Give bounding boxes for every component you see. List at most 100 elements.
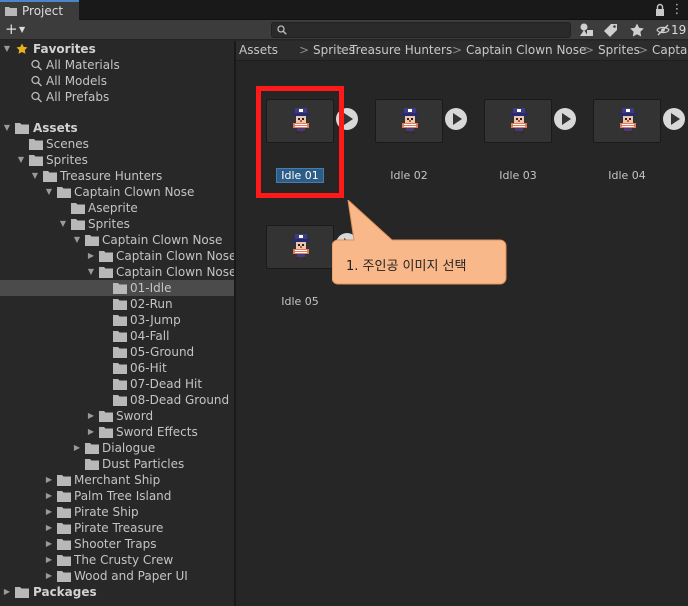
asset-thumbnail[interactable]	[266, 225, 334, 269]
tree-folder-label: Dust Particles	[102, 457, 185, 471]
breadcrumb-item[interactable]: Assets	[239, 41, 278, 60]
tab-project-label: Project	[22, 4, 64, 18]
folder-icon	[99, 411, 113, 422]
expand-arrow-icon[interactable]: ▼	[2, 120, 12, 136]
expand-arrow-icon[interactable]: ▼	[86, 264, 96, 280]
expand-arrow-icon[interactable]: ▶	[2, 584, 12, 600]
tree-folder-item[interactable]: 01-Idle	[0, 280, 234, 296]
tree-folder-item[interactable]: ▼ Captain Clown Nose	[0, 184, 234, 200]
tree-folder-item[interactable]: 03-Jump	[0, 312, 234, 328]
lock-icon[interactable]	[653, 3, 667, 17]
tree-folder-item[interactable]: ▶ Wood and Paper UI	[0, 568, 234, 584]
tree-favorite-label: All Materials	[46, 58, 120, 72]
tree-folder-label: Aseprite	[88, 201, 138, 215]
collapse-arrow-icon[interactable]: ▶	[44, 568, 54, 584]
tree-folder-item[interactable]: 05-Ground	[0, 344, 234, 360]
tree-assets-label: Assets	[33, 121, 78, 135]
tree-folder-item[interactable]: ▶ Pirate Treasure	[0, 520, 234, 536]
tab-project[interactable]: Project	[0, 0, 79, 21]
breadcrumb-item[interactable]: Captain Clown Nose	[466, 41, 586, 60]
breadcrumb-item[interactable]: Sprites	[598, 41, 640, 60]
folder-icon	[57, 571, 71, 582]
tree-folder-label: Pirate Ship	[74, 505, 139, 519]
tree-folder-item[interactable]: ▶ Sword Effects	[0, 424, 234, 440]
tree-folder-item[interactable]: ▶ Dialogue	[0, 440, 234, 456]
tree-folder-item[interactable]: Dust Particles	[0, 456, 234, 472]
tree-folder-item[interactable]: ▶ Shooter Traps	[0, 536, 234, 552]
collapse-arrow-icon[interactable]: ▶	[44, 536, 54, 552]
tree-folder-item[interactable]: ▶ The Crusty Crew	[0, 552, 234, 568]
hidden-packages-toggle[interactable]: 19	[656, 22, 688, 38]
breadcrumb-item[interactable]: Sprites	[313, 41, 355, 60]
asset-label-text: Idle 05	[281, 295, 319, 308]
tree-favorite-item[interactable]: All Models	[0, 73, 234, 89]
collapse-arrow-icon[interactable]: ▶	[44, 520, 54, 536]
tree-folder-item[interactable]: ▼ Treasure Hunters	[0, 168, 234, 184]
collapse-arrow-icon[interactable]: ▶	[44, 552, 54, 568]
collapse-arrow-icon[interactable]: ▶	[72, 440, 82, 456]
folder-icon	[113, 363, 127, 374]
tree-favorite-item[interactable]: All Materials	[0, 57, 234, 73]
tree-folder-item[interactable]: 08-Dead Ground	[0, 392, 234, 408]
tree-favorite-item[interactable]: All Prefabs	[0, 89, 234, 105]
tree-folder-item[interactable]: ▶ Captain Clown Nose	[0, 248, 234, 264]
asset-thumbnail[interactable]	[593, 99, 661, 143]
tree-folder-item[interactable]: Aseprite	[0, 200, 234, 216]
favorite-star-icon[interactable]	[628, 22, 646, 38]
tree-folder-item[interactable]: ▶ Sword	[0, 408, 234, 424]
tree-folder-item[interactable]: ▶ Merchant Ship	[0, 472, 234, 488]
tree-folder-item[interactable]: ▶ Pirate Ship	[0, 504, 234, 520]
label-tag-icon[interactable]	[603, 22, 621, 38]
asset-tile[interactable]: Idle 04	[593, 99, 663, 185]
tree-folder-label: Sprites	[46, 153, 88, 167]
tree-folder-item[interactable]: 06-Hit	[0, 360, 234, 376]
asset-tile[interactable]: Idle 02	[375, 99, 445, 185]
expand-arrow-icon[interactable]: ▼	[16, 152, 26, 168]
expand-arrow-icon[interactable]: ▼	[30, 168, 40, 184]
collapse-arrow-icon[interactable]: ▶	[86, 424, 96, 440]
expand-subassets-icon[interactable]	[663, 108, 685, 130]
asset-tile[interactable]: Idle 03	[484, 99, 554, 185]
tree-folder-label: Captain Clown Nose	[102, 233, 223, 247]
breadcrumb-item[interactable]: Treasure Hunters	[350, 41, 452, 60]
pirate-sprite-icon	[510, 108, 528, 134]
asset-thumbnail[interactable]	[375, 99, 443, 143]
tree-folder-label: Captain Clown Nose	[116, 249, 234, 263]
tree-folder-label: 04-Fall	[130, 329, 170, 343]
expand-arrow-icon[interactable]: ▼	[72, 232, 82, 248]
tree-folder-item[interactable]: ▼ Captain Clown Nose	[0, 264, 234, 280]
search-field[interactable]	[271, 22, 571, 38]
expand-arrow-icon[interactable]: ▼	[58, 216, 68, 232]
tree-folder-label: Captain Clown Nose	[116, 265, 234, 279]
collapse-arrow-icon[interactable]: ▶	[44, 472, 54, 488]
collapse-arrow-icon[interactable]: ▶	[86, 408, 96, 424]
expand-subassets-icon[interactable]	[554, 108, 576, 130]
tree-assets[interactable]: ▼ Assets	[0, 120, 234, 136]
tree-folder-item[interactable]: Scenes	[0, 136, 234, 152]
breadcrumb-item[interactable]: Capta	[652, 41, 687, 60]
expand-arrow-icon[interactable]: ▼	[44, 184, 54, 200]
expand-arrow-icon[interactable]: ▼	[2, 41, 12, 57]
asset-tile[interactable]: Idle 05	[266, 225, 336, 311]
tree-folder-item[interactable]: ▼ Sprites	[0, 152, 234, 168]
tree-folder-item[interactable]: 04-Fall	[0, 328, 234, 344]
collapse-arrow-icon[interactable]: ▶	[44, 504, 54, 520]
search-input[interactable]	[290, 23, 560, 37]
collapse-arrow-icon[interactable]: ▶	[44, 488, 54, 504]
kebab-menu-icon[interactable]: ⋮	[670, 2, 684, 18]
folder-icon	[85, 459, 99, 470]
collapse-arrow-icon[interactable]: ▶	[86, 248, 96, 264]
tree-folder-item[interactable]: ▶ Palm Tree Island	[0, 488, 234, 504]
breadcrumb-separator: >	[452, 43, 463, 57]
tree-folder-item[interactable]: 07-Dead Hit	[0, 376, 234, 392]
tree-favorites[interactable]: ▼ Favorites	[0, 41, 234, 57]
asset-thumbnail[interactable]	[484, 99, 552, 143]
search-by-type-icon[interactable]	[578, 22, 596, 38]
tree-packages[interactable]: ▶ Packages	[0, 584, 234, 600]
tree-folder-item[interactable]: 02-Run	[0, 296, 234, 312]
folder-icon	[57, 507, 71, 518]
expand-subassets-icon[interactable]	[445, 108, 467, 130]
tree-folder-item[interactable]: ▼ Captain Clown Nose	[0, 232, 234, 248]
create-button[interactable]: + ▼	[4, 22, 32, 38]
tree-folder-item[interactable]: ▼ Sprites	[0, 216, 234, 232]
